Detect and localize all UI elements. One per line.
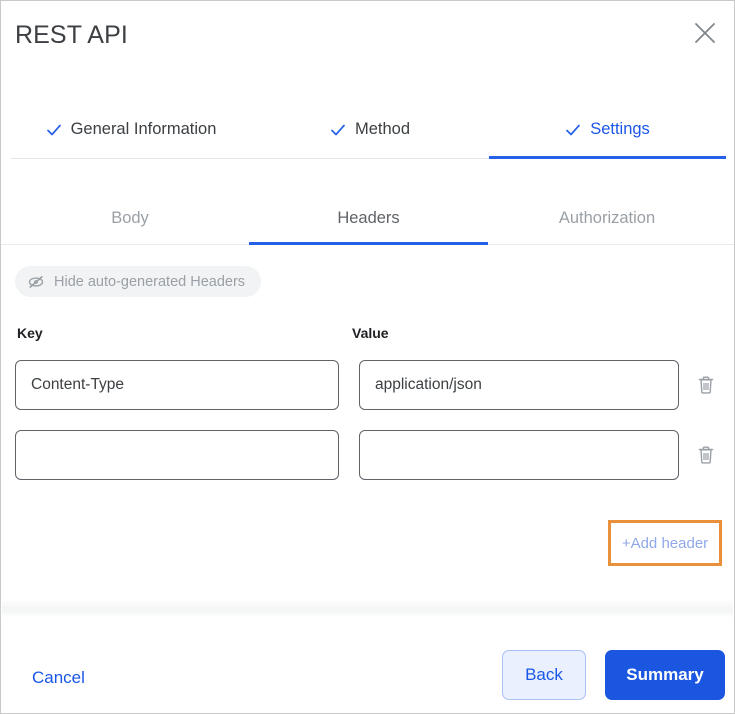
step-tabs: General Information Method Settings	[11, 101, 724, 159]
close-icon[interactable]	[686, 14, 724, 52]
header-value-input[interactable]	[359, 430, 679, 480]
trash-icon[interactable]	[693, 442, 719, 468]
table-row	[1, 360, 734, 410]
column-header-value: Value	[352, 325, 389, 341]
add-header-highlight: +Add header	[608, 520, 722, 566]
page-title: REST API	[15, 19, 128, 51]
tab-method[interactable]: Method	[251, 101, 489, 158]
header-key-input[interactable]	[15, 360, 339, 410]
check-icon	[46, 122, 62, 138]
eye-off-icon	[27, 273, 45, 291]
trash-icon[interactable]	[693, 372, 719, 398]
subtab-headers[interactable]: Headers	[249, 193, 488, 244]
subtab-authorization[interactable]: Authorization	[488, 193, 726, 244]
footer-divider	[2, 601, 733, 617]
dialog-footer: Cancel Back Summary	[1, 617, 734, 713]
check-icon	[565, 122, 581, 138]
tab-label: Method	[355, 120, 410, 139]
hide-auto-generated-headers-toggle[interactable]: Hide auto-generated Headers	[15, 266, 261, 297]
back-button[interactable]: Back	[502, 650, 586, 700]
tab-settings[interactable]: Settings	[489, 101, 726, 158]
tab-label: Settings	[590, 120, 650, 139]
subtab-body[interactable]: Body	[11, 193, 249, 244]
header-key-input[interactable]	[15, 430, 339, 480]
settings-subtabs: Body Headers Authorization	[1, 193, 734, 245]
column-header-key: Key	[17, 325, 43, 341]
summary-button[interactable]: Summary	[605, 650, 725, 700]
rest-api-dialog: REST API General Information Method	[0, 0, 735, 714]
table-row	[1, 430, 734, 480]
header-value-input[interactable]	[359, 360, 679, 410]
check-icon	[330, 122, 346, 138]
tab-general-information[interactable]: General Information	[11, 101, 251, 158]
chip-label: Hide auto-generated Headers	[54, 274, 245, 290]
tab-label: General Information	[71, 120, 217, 139]
add-header-button[interactable]: +Add header	[622, 535, 708, 552]
cancel-button[interactable]: Cancel	[32, 668, 85, 688]
